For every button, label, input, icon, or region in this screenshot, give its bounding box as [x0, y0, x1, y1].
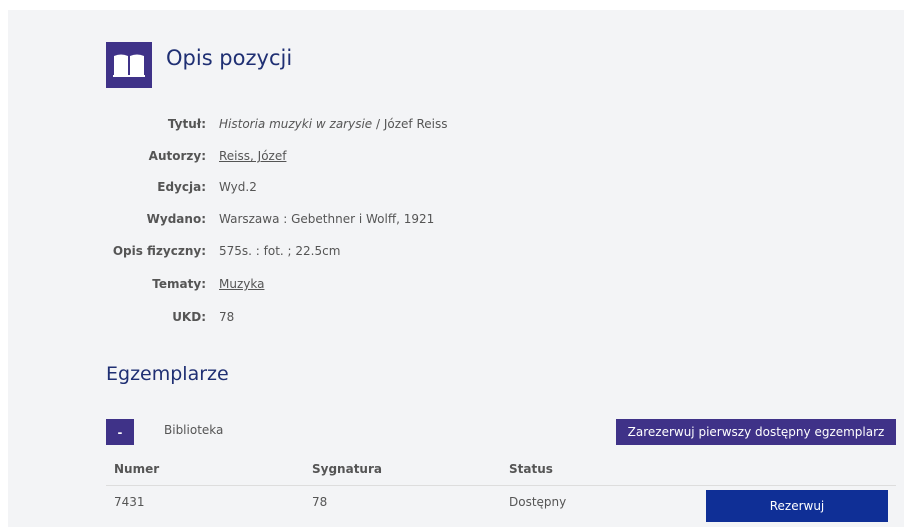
column-header-status: Status	[509, 462, 553, 476]
detail-label: UKD:	[172, 310, 206, 324]
detail-row-ukd: UKD: 78	[8, 307, 904, 327]
title-author: / Józef Reiss	[372, 117, 448, 131]
title-italic: Historia muzyki w zarysie	[219, 117, 373, 131]
detail-label: Opis fizyczny:	[112, 244, 206, 258]
detail-row-published: Wydano: Warszawa : Gebethner i Wolff, 19…	[8, 209, 904, 229]
library-label: Biblioteka	[164, 423, 224, 437]
item-description-panel: Opis pozycji Tytuł: Historia muzyki w za…	[8, 10, 904, 527]
detail-row-physical: Opis fizyczny: 575s. : fot. ; 22.5cm	[8, 241, 904, 261]
table-header: Numer Sygnatura Status	[106, 453, 896, 486]
author-link[interactable]: Reiss, Józef	[219, 149, 286, 163]
detail-row-subjects: Tematy: Muzyka	[8, 274, 904, 294]
detail-value: 78	[219, 310, 235, 324]
copy-number: 7431	[114, 495, 145, 509]
page-title: Opis pozycji	[166, 46, 293, 70]
copy-status: Dostępny	[509, 495, 567, 509]
book-icon	[106, 42, 152, 88]
detail-label: Autorzy:	[148, 149, 206, 163]
detail-row-title: Tytuł: Historia muzyki w zarysie / Józef…	[8, 114, 904, 134]
copies-title: Egzemplarze	[106, 363, 229, 385]
copy-signature: 78	[312, 495, 328, 509]
reserve-first-available-button[interactable]: Zarezerwuj pierwszy dostępny egzemplarz	[616, 419, 896, 445]
detail-label: Tytuł:	[167, 117, 206, 131]
detail-label: Edycja:	[157, 180, 206, 194]
collapse-library-button[interactable]: -	[106, 419, 134, 445]
subject-link[interactable]: Muzyka	[219, 277, 264, 291]
detail-value: Warszawa : Gebethner i Wolff, 1921	[219, 212, 435, 226]
detail-value: 575s. : fot. ; 22.5cm	[219, 244, 341, 258]
reserve-button[interactable]: Rezerwuj	[706, 490, 888, 522]
detail-row-edition: Edycja: Wyd.2	[8, 177, 904, 197]
detail-label: Wydano:	[146, 212, 206, 226]
detail-value: Wyd.2	[219, 180, 257, 194]
column-header-number: Numer	[114, 462, 160, 476]
detail-label: Tematy:	[152, 277, 206, 291]
column-header-signature: Sygnatura	[312, 462, 382, 476]
detail-value: Historia muzyki w zarysie / Józef Reiss	[219, 114, 447, 134]
copies-table: Numer Sygnatura Status 7431 78 Dostępny …	[106, 453, 896, 522]
detail-row-authors: Autorzy: Reiss, Józef	[8, 146, 904, 166]
